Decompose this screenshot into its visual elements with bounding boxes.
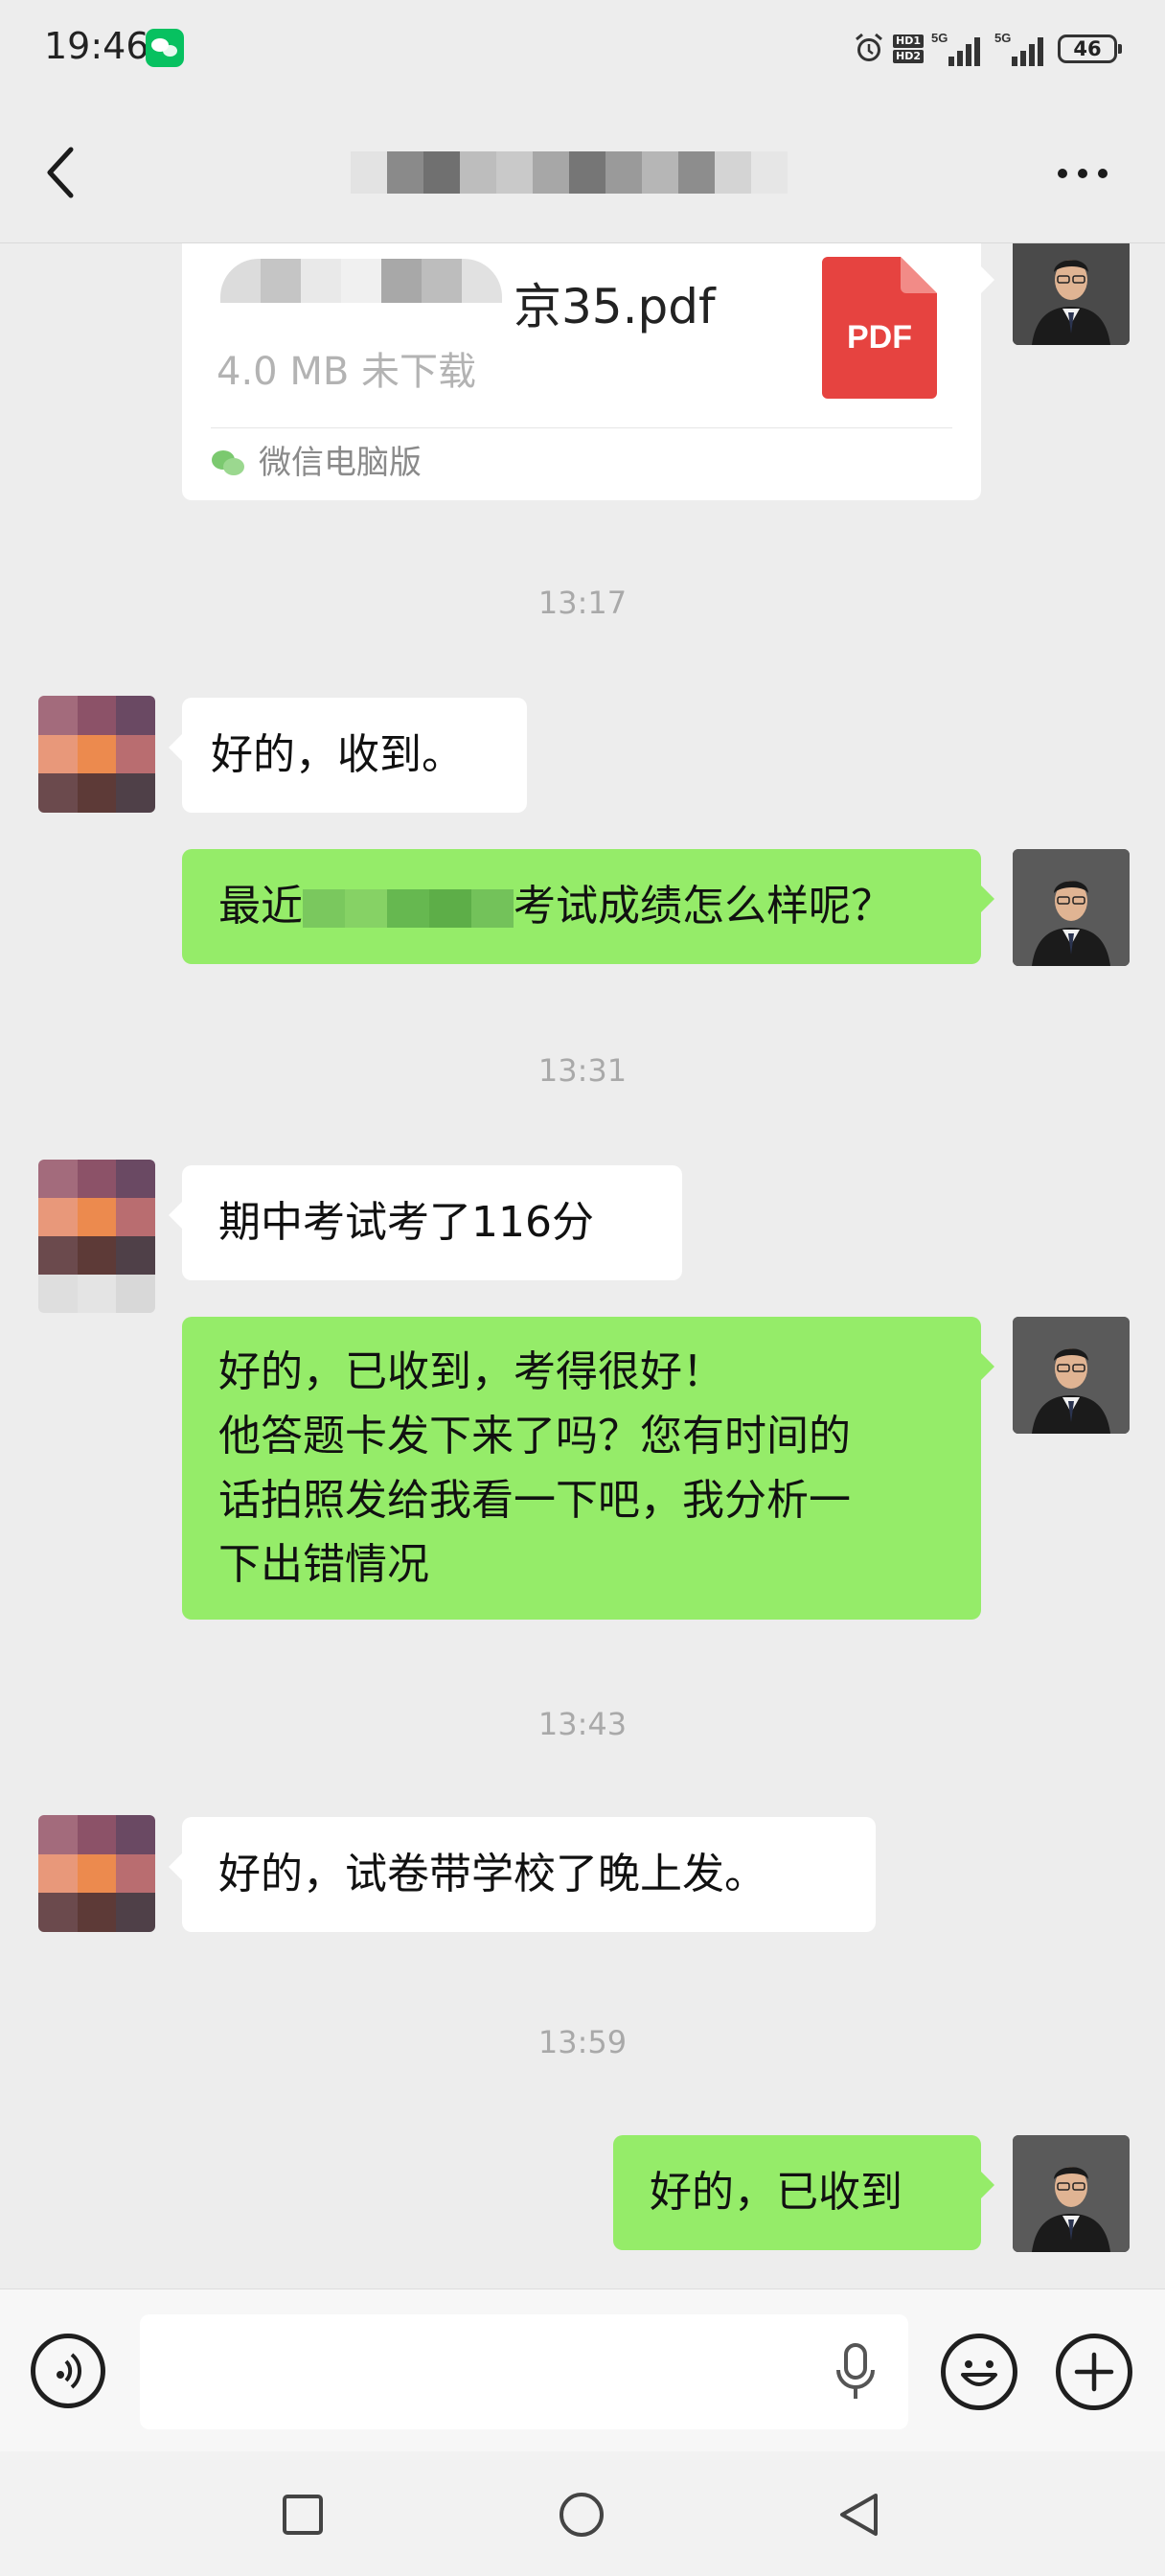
message-outgoing[interactable]: 好的，已收到 <box>613 2135 994 2250</box>
file-name-blurred <box>220 259 502 347</box>
pdf-icon: PDF <box>822 257 937 399</box>
network-label-1: 5G <box>931 31 948 45</box>
timestamp: 13:43 <box>537 1706 628 1742</box>
file-source: 微信电脑版 <box>259 444 422 482</box>
message-incoming[interactable]: 期中考试考了116分 <box>169 1165 682 1280</box>
wechat-icon <box>212 450 244 475</box>
wechat-notification-icon <box>146 29 184 67</box>
message-line: 他答题卡发下来了吗？您有时间的 <box>218 1412 851 1460</box>
network-label-2: 5G <box>994 31 1011 45</box>
voice-icon[interactable] <box>31 2334 105 2408</box>
microphone-icon[interactable] <box>834 2343 878 2401</box>
message-outgoing[interactable]: 最近 考试成绩怎么样呢？ <box>182 849 994 964</box>
hd-label-2: HD2 <box>893 50 924 63</box>
hd-icon: HD1 HD2 <box>893 34 924 63</box>
message-line: 好的，已收到，考得很好！ <box>218 1347 724 1396</box>
avatar-self[interactable] <box>1013 1317 1130 1434</box>
nav-back-icon[interactable] <box>837 2492 879 2538</box>
timestamp: 13:59 <box>537 2024 628 2060</box>
message-text-start: 最近 <box>218 882 303 931</box>
self-portrait <box>1013 849 1130 966</box>
message-input[interactable] <box>140 2314 908 2429</box>
chat-title-blurred <box>351 151 788 194</box>
status-time: 19:46 <box>44 25 149 67</box>
timestamp: 13:17 <box>537 585 628 621</box>
status-indicators: HD1 HD2 5G 5G 46 <box>853 29 1122 69</box>
file-size: 4.0 MB 未下载 <box>217 350 476 394</box>
battery-icon: 46 <box>1058 34 1122 63</box>
message-incoming[interactable]: 好的，收到。 <box>169 698 527 813</box>
more-icon[interactable] <box>1056 167 1109 180</box>
message-blurred-segment <box>303 889 514 928</box>
home-icon[interactable] <box>558 2491 605 2539</box>
message-text-end: 考试成绩怎么样呢？ <box>514 882 893 931</box>
hd-label-1: HD1 <box>893 34 924 48</box>
recent-apps-icon[interactable] <box>282 2494 324 2536</box>
pdf-icon-label: PDF <box>847 319 912 356</box>
file-name: 京35.pdf <box>514 279 716 334</box>
back-icon[interactable] <box>42 144 80 201</box>
avatar-contact[interactable] <box>38 696 155 813</box>
self-portrait <box>1013 2135 1130 2252</box>
message-line: 下出错情况 <box>218 1540 429 1589</box>
avatar-self[interactable] <box>1013 849 1130 966</box>
message-line: 话拍照发给我看一下吧，我分析一 <box>218 1476 851 1525</box>
signal-icon: 5G <box>931 31 980 66</box>
emoji-icon[interactable] <box>941 2334 1017 2410</box>
avatar-self[interactable] <box>1013 2135 1130 2252</box>
file-divider <box>211 427 952 428</box>
chat-header <box>0 104 1165 243</box>
self-portrait <box>1013 228 1130 345</box>
status-bar: 19:46 HD1 HD2 5G 5G 46 <box>0 0 1165 104</box>
self-portrait <box>1013 1317 1130 1434</box>
avatar-contact[interactable] <box>38 1815 155 1932</box>
message-incoming[interactable]: 好的，试卷带学校了晚上发。 <box>169 1817 876 1932</box>
plus-icon[interactable] <box>1056 2334 1132 2410</box>
signal-icon-2: 5G <box>994 31 1043 66</box>
message-outgoing[interactable]: 好的，已收到，考得很好！ 他答题卡发下来了吗？您有时间的 话拍照发给我看一下吧，… <box>182 1317 994 1620</box>
timestamp: 13:31 <box>537 1052 628 1089</box>
system-navigation-bar <box>0 2451 1165 2576</box>
input-bar <box>0 2288 1165 2452</box>
avatar-contact[interactable] <box>38 1160 155 1313</box>
avatar-self[interactable] <box>1013 228 1130 345</box>
alarm-icon <box>856 33 882 61</box>
